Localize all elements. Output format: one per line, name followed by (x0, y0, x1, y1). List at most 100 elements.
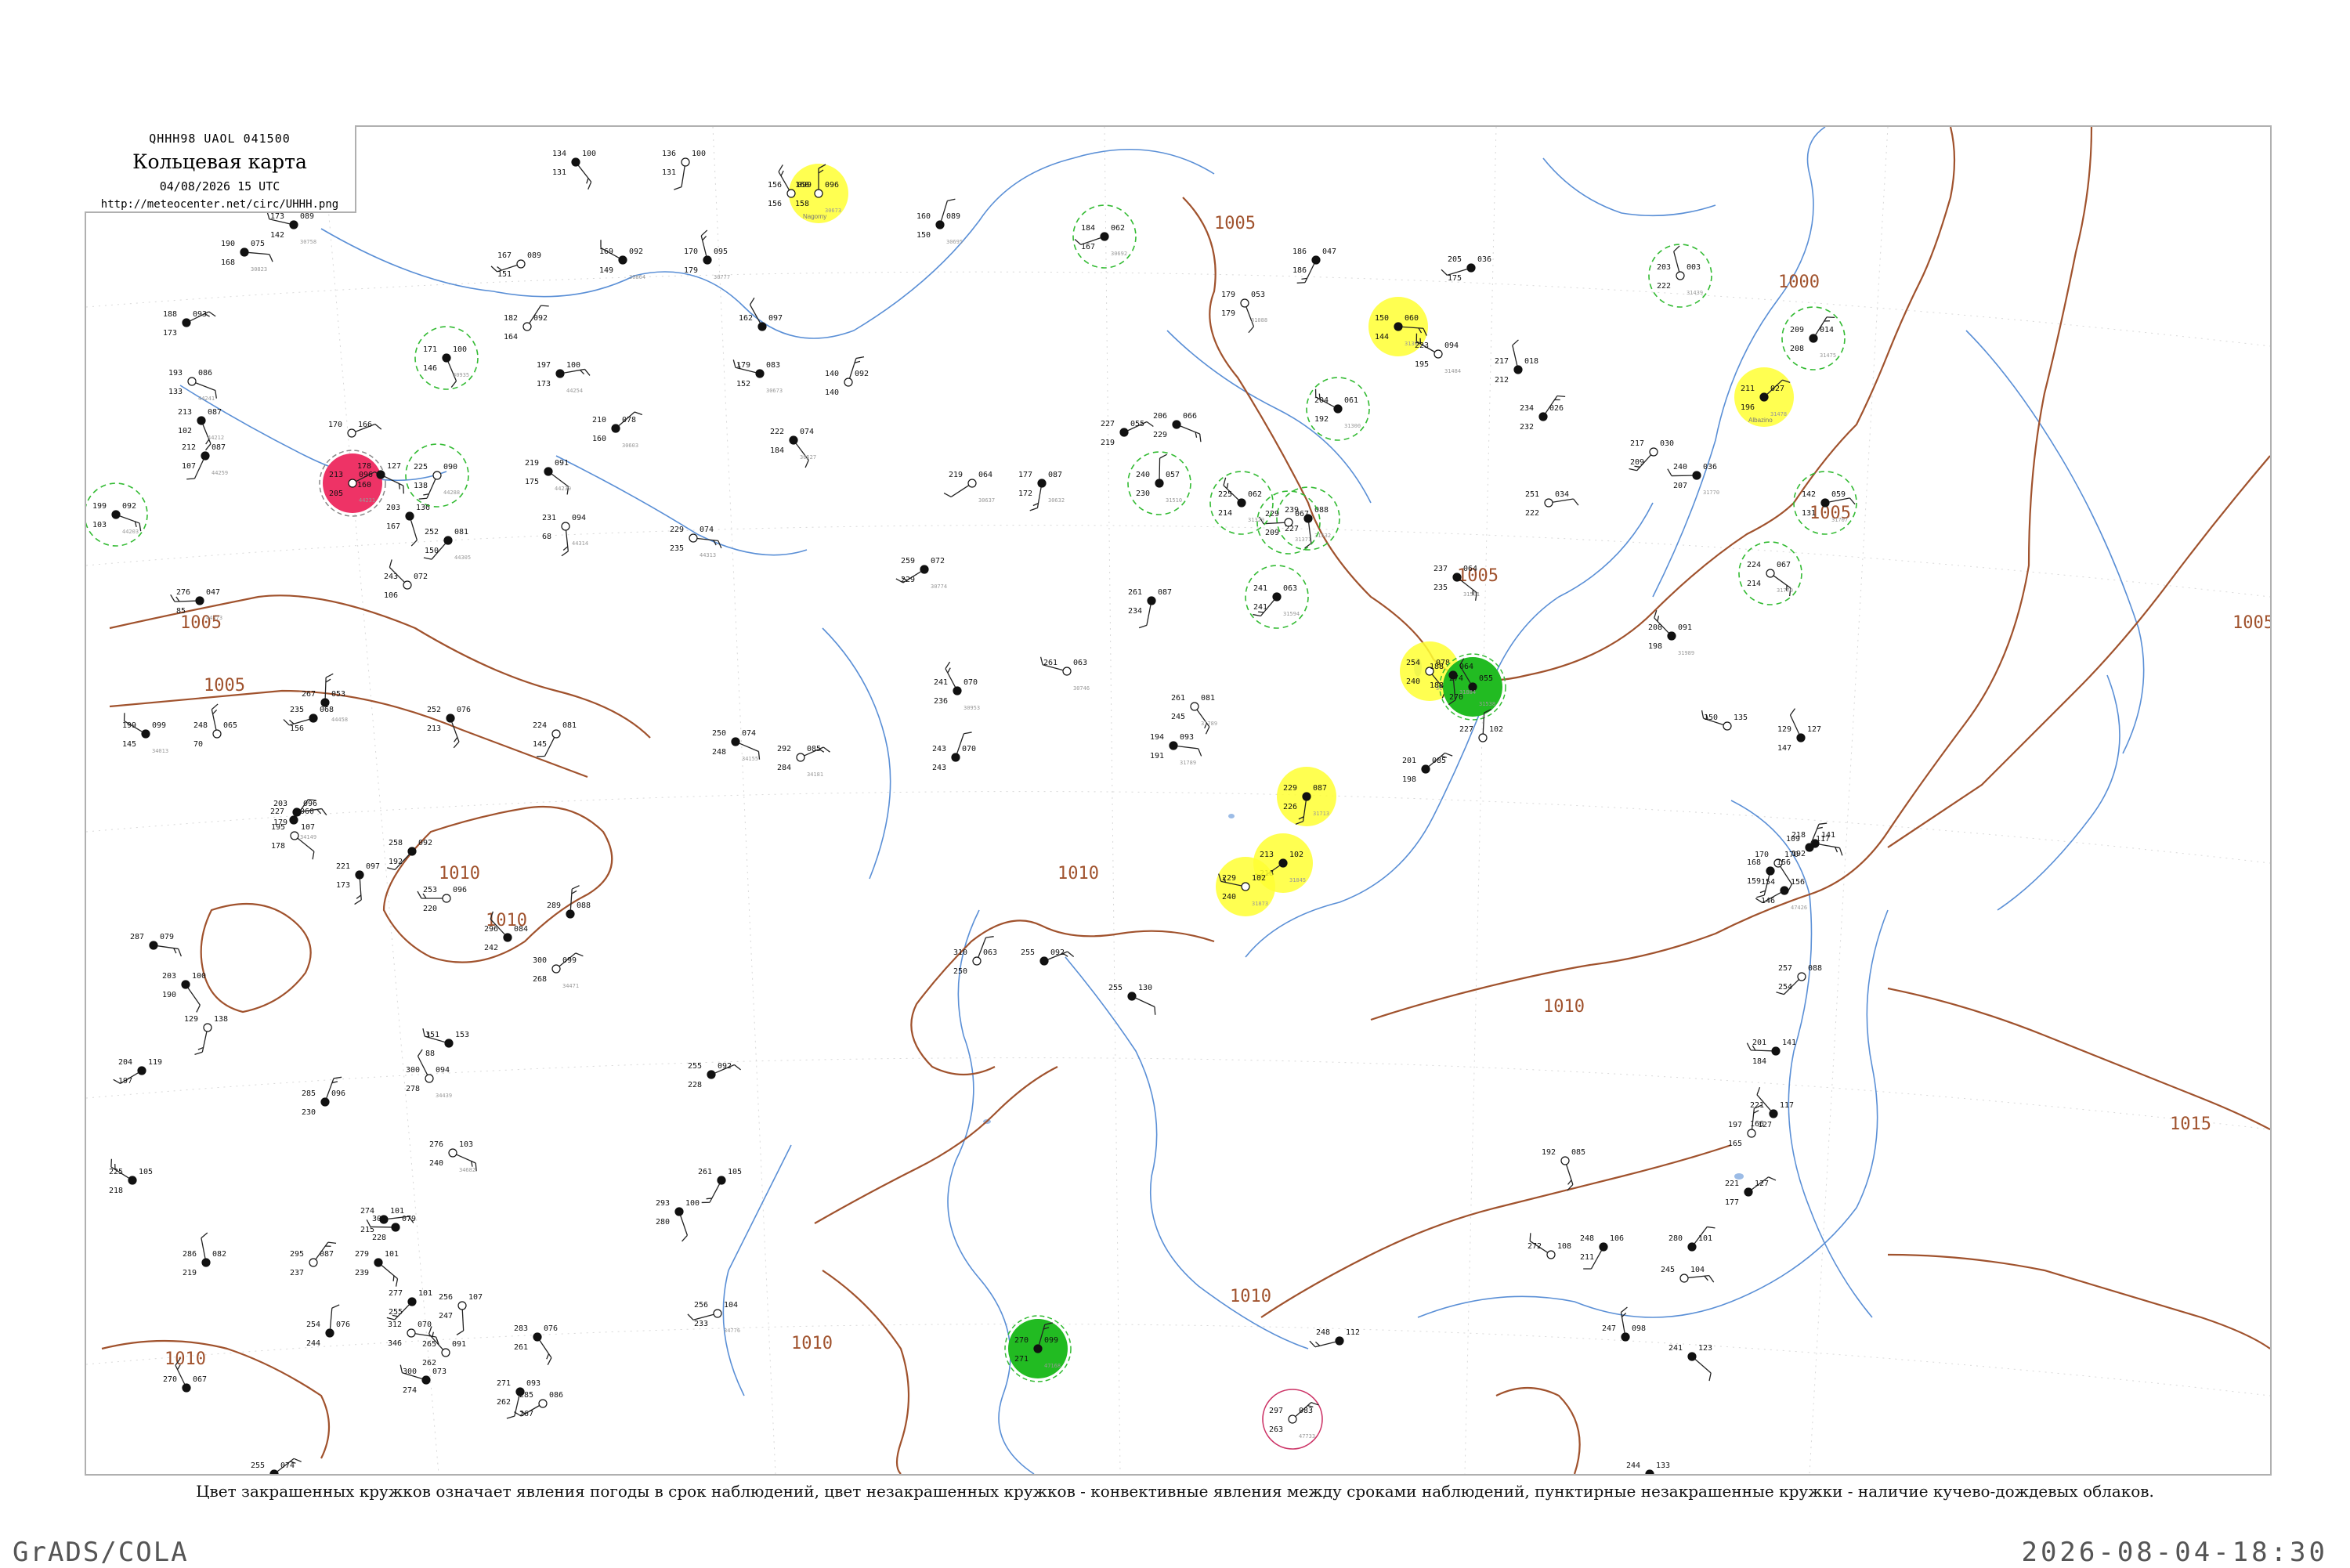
station-marker[interactable]: 096285230 (302, 1075, 345, 1117)
station-marker[interactable]: 07519016830823 (221, 240, 273, 273)
station-marker[interactable]: 105225218 (108, 1159, 153, 1195)
station-marker[interactable]: 10425623334776 (688, 1301, 740, 1334)
station-marker[interactable]: 09927027147168 (1005, 1316, 1071, 1382)
station-marker[interactable]: 079287 (130, 933, 183, 956)
station-marker[interactable]: 107195178 (271, 823, 317, 859)
station-marker[interactable]: 10017114630935 (415, 327, 478, 389)
station-marker[interactable]: 108272 (1527, 1233, 1571, 1259)
station-marker[interactable]: 100293280 (656, 1199, 700, 1241)
station-marker[interactable]: 09319419131789 (1150, 733, 1202, 766)
station-marker[interactable]: 063310250 (953, 934, 997, 976)
station-marker[interactable]: 05326744458 (302, 674, 348, 723)
station-marker[interactable]: 02721119631478Albazino (1734, 367, 1794, 427)
station-marker[interactable]: 092255228 (688, 1062, 741, 1089)
station-marker[interactable]: 085201198 (1402, 750, 1452, 784)
station-marker[interactable]: 166170 (328, 421, 381, 439)
station-marker[interactable]: 034251222 (1525, 490, 1578, 518)
station-marker[interactable]: 09121917544239 (525, 459, 572, 494)
station-marker[interactable]: 127129147 (1777, 709, 1821, 753)
station-marker[interactable]: 06524870 (193, 704, 237, 749)
station-marker[interactable]: 085192 (1542, 1148, 1585, 1190)
station-marker[interactable]: 076254244 (306, 1304, 350, 1348)
station-marker[interactable]: 06222521431329 (1210, 471, 1273, 534)
station-marker[interactable]: 076283261 (514, 1324, 558, 1365)
station-marker[interactable]: 026234232 (1520, 392, 1565, 432)
station-marker[interactable]: 08329726347733 (1263, 1389, 1322, 1449)
station-marker[interactable]: 104245 (1661, 1266, 1714, 1284)
station-marker[interactable]: 08717717230632 (1018, 471, 1065, 511)
station-marker[interactable]: 068235156 (284, 706, 334, 733)
station-marker[interactable]: 08125215044305 (424, 528, 471, 562)
station-marker[interactable]: 01420920831475 (1782, 307, 1845, 370)
station-marker[interactable]: 03624020731770 (1668, 463, 1719, 496)
station-marker[interactable]: 088289 (547, 885, 591, 918)
station-marker[interactable]: 09219910344203 (86, 483, 147, 546)
station-marker[interactable]: 07422218430527 (770, 428, 816, 468)
station-marker[interactable]: 08126124531789 (1171, 694, 1217, 734)
station-marker[interactable]: 09517017930777 (684, 230, 730, 280)
station-marker[interactable]: 100203190 (162, 972, 206, 1012)
station-marker[interactable]: 08619313344241 (168, 369, 219, 402)
station-marker[interactable]: 09930026834471 (533, 951, 583, 989)
station-marker[interactable]: 087295237 (290, 1239, 336, 1277)
station-marker[interactable]: 10327624034682 (429, 1140, 479, 1173)
station-marker[interactable]: 06326130746 (1039, 657, 1090, 692)
station-marker[interactable]: 15615414647426 (1755, 878, 1807, 911)
station-marker[interactable]: 100134131 (552, 150, 596, 190)
station-marker[interactable]: 135150 (1700, 710, 1748, 730)
station-marker[interactable]: 08721210744259 (182, 443, 228, 482)
station-marker[interactable]: 138129 (184, 1015, 228, 1056)
station-marker[interactable]: 089167151 (491, 251, 541, 279)
station-marker[interactable]: 08529228434181 (777, 745, 830, 778)
station-marker[interactable]: 06722421431770 (1739, 542, 1802, 605)
station-marker[interactable]: 09120819831989 (1648, 610, 1694, 656)
station-marker[interactable]: 136203167 (386, 504, 430, 546)
station-marker[interactable]: 05914213131707 (1794, 471, 1856, 534)
station-marker[interactable]: 076252213 (427, 706, 471, 748)
station-marker[interactable]: 096253220 (418, 886, 467, 913)
station-marker[interactable]: 086285267 (514, 1391, 563, 1418)
station-marker[interactable]: 081224145 (533, 721, 577, 760)
station-marker[interactable]: 101277255 (387, 1289, 432, 1323)
station-marker[interactable]: 055227219 (1101, 420, 1153, 447)
station-marker[interactable]: 097162 (739, 298, 783, 331)
station-marker[interactable]: 08917314230758 (266, 211, 316, 245)
station-marker[interactable]: 05317917931088 (1221, 291, 1267, 333)
station-marker[interactable]: 10019717344254 (537, 361, 590, 394)
station-marker[interactable]: 036205175 (1441, 255, 1491, 283)
station-marker[interactable]: 00320322231439 (1649, 244, 1712, 307)
station-marker[interactable]: 07422923544313 (670, 526, 722, 558)
station-marker[interactable]: 088257254 (1776, 964, 1822, 997)
station-marker[interactable]: 0942316844314 (542, 514, 588, 556)
station-marker[interactable]: 07821016030603 (592, 410, 642, 449)
station-marker[interactable]: 06324124131594 (1246, 565, 1308, 628)
station-marker[interactable]: 09919914534013 (121, 713, 168, 754)
station-marker[interactable]: 073300274 (399, 1365, 446, 1395)
station-marker[interactable]: 07225922930774 (896, 557, 947, 590)
station-marker[interactable]: 072243106 (384, 559, 428, 600)
station-marker[interactable]: 097221173 (336, 862, 380, 905)
station-marker[interactable]: 09216914930864 (598, 240, 645, 280)
map-source-url[interactable]: http://meteocenter.net/circ/UHHH.png (85, 198, 355, 211)
station-marker[interactable]: 101279239 (355, 1250, 400, 1287)
station-marker[interactable]: 082286219 (183, 1233, 226, 1277)
station-marker[interactable]: 018217212 (1495, 340, 1538, 385)
station-marker[interactable]: 130255 (1108, 984, 1159, 1015)
station-marker[interactable]: 08317915230673 (732, 359, 783, 394)
station-marker[interactable]: 09621320544231 (320, 450, 385, 516)
station-marker[interactable]: 087261234 (1128, 588, 1172, 629)
station-marker[interactable]: 047186186 (1292, 247, 1336, 286)
station-marker[interactable]: 06120419231300 (1307, 378, 1369, 440)
station-marker[interactable]: 15335188 (421, 1028, 469, 1058)
station-marker[interactable]: 100136131 (662, 150, 706, 191)
station-marker[interactable]: 06421930637 (944, 471, 995, 504)
station-marker[interactable]: 09022513844288 (406, 444, 468, 507)
station-marker[interactable]: 101280 (1668, 1223, 1715, 1251)
station-marker[interactable]: 093188173 (163, 310, 215, 338)
station-marker[interactable]: 08916015030695 (916, 197, 963, 245)
station-marker[interactable]: 092140140 (825, 355, 869, 397)
station-marker[interactable]: 066206229 (1153, 412, 1203, 442)
station-marker[interactable]: 106248211 (1580, 1234, 1624, 1272)
station-marker[interactable]: 070243243 (932, 730, 976, 772)
station-marker[interactable]: 117109 (1786, 821, 1830, 851)
